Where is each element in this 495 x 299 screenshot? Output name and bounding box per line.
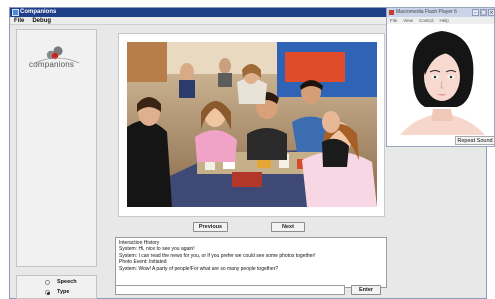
- photo-frame: [118, 33, 385, 217]
- logo-text: companions: [29, 60, 75, 69]
- flash-menu-control[interactable]: Control: [416, 18, 437, 23]
- input-mode-panel: Speech Type: [16, 275, 97, 299]
- flash-menu-view[interactable]: View: [400, 18, 416, 23]
- speech-radio[interactable]: [45, 280, 50, 285]
- flash-menu-bar: File View Control Help: [387, 17, 494, 24]
- maximize-icon[interactable]: □: [480, 9, 487, 16]
- flash-menu-help[interactable]: Help: [436, 18, 451, 23]
- minimize-icon[interactable]: –: [472, 9, 479, 16]
- menu-debug[interactable]: Debug: [28, 17, 55, 25]
- previous-button[interactable]: Previous: [193, 222, 228, 232]
- flash-app-icon: [389, 10, 394, 15]
- next-button[interactable]: Next: [271, 222, 305, 232]
- flash-menu-file[interactable]: File: [387, 18, 400, 23]
- repeat-sound-button[interactable]: Repeat Sound: [455, 136, 495, 145]
- history-line: System: Wow! A party of people!For what …: [119, 265, 279, 272]
- close-icon[interactable]: ×: [488, 9, 495, 16]
- interaction-history: Interaction History System: Hi, nice to …: [115, 237, 387, 288]
- left-panel: companions: [16, 29, 97, 267]
- message-input[interactable]: [115, 285, 345, 295]
- enter-button[interactable]: Enter: [351, 285, 381, 295]
- flash-player-window: Macromedia Flash Player 6 – □ × File View…: [386, 7, 495, 147]
- type-label: Type: [57, 289, 70, 295]
- avatar-face-image: [400, 31, 485, 135]
- app-icon: [12, 9, 19, 16]
- group-photo-image: [127, 42, 377, 207]
- menu-file[interactable]: File: [10, 17, 28, 25]
- speech-label: Speech: [57, 279, 77, 285]
- type-radio[interactable]: [45, 290, 50, 295]
